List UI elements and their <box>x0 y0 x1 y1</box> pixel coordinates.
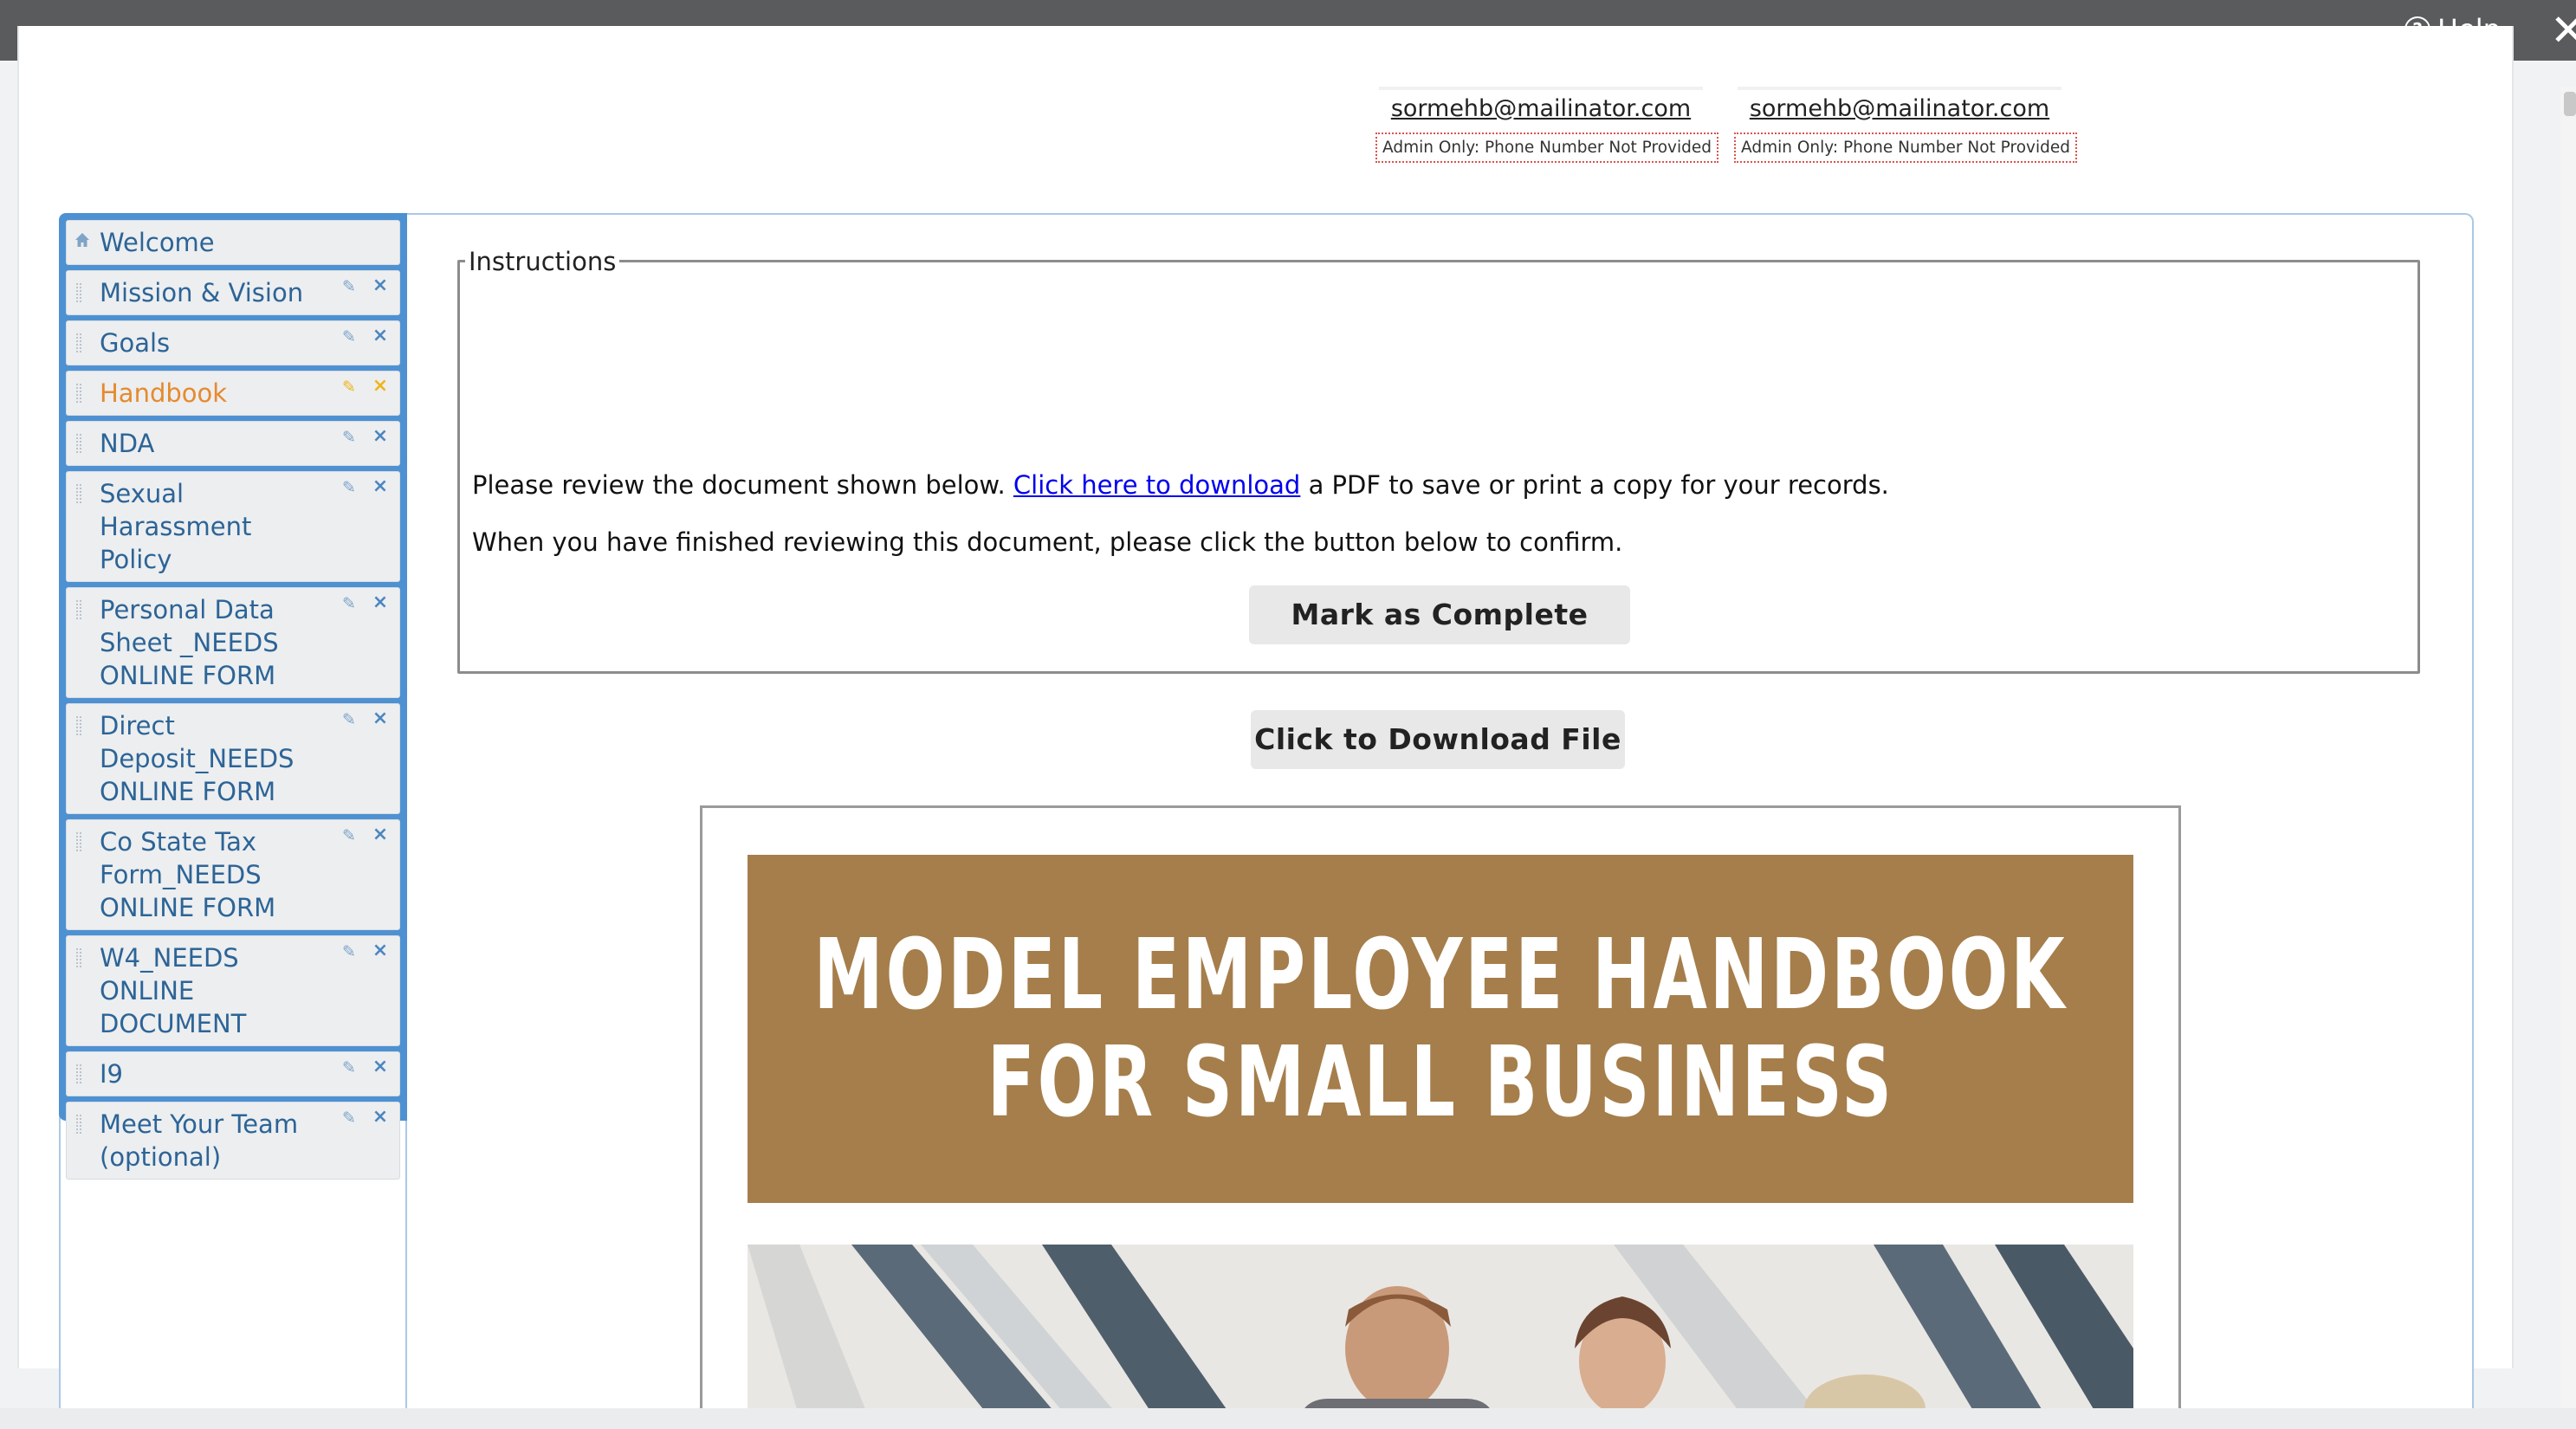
sidebar-item-label: W4_NEEDS ONLINE DOCUMENT <box>100 943 247 1038</box>
sidebar-item-co-state-tax-form[interactable]: Co State Tax Form_NEEDS ONLINE FORM ✎ × <box>66 819 400 930</box>
pencil-icon[interactable]: ✎ <box>340 1109 358 1127</box>
sidebar-item-label: Handbook <box>100 378 228 408</box>
sidebar-item-label: Welcome <box>100 228 215 257</box>
instructions-text: Please review the document shown below. <box>472 470 1006 500</box>
sidebar-item-label: NDA <box>100 429 155 458</box>
drag-handle-icon[interactable] <box>76 384 81 403</box>
contact-card: sormehb@mailinator.com Admin Only: Phone… <box>1375 87 1718 163</box>
delete-x-icon[interactable]: × <box>372 427 389 446</box>
contact-email-link[interactable]: sormehb@mailinator.com <box>1375 95 1706 122</box>
sidebar-item-i9[interactable]: I9 ✎ × <box>66 1051 400 1096</box>
delete-x-icon[interactable]: × <box>372 1057 389 1077</box>
pencil-icon[interactable]: ✎ <box>340 1059 358 1077</box>
sidebar-item-label: Goals <box>100 328 171 358</box>
sidebar-item-nda[interactable]: NDA ✎ × <box>66 421 400 466</box>
sidebar-item-label: Sexual Harassment Policy <box>100 479 252 574</box>
download-file-button[interactable]: Click to Download File <box>1251 710 1625 769</box>
pencil-icon[interactable]: ✎ <box>340 827 358 844</box>
sidebar-item-w4[interactable]: W4_NEEDS ONLINE DOCUMENT ✎ × <box>66 935 400 1046</box>
pencil-icon[interactable]: ✎ <box>340 328 358 346</box>
bottom-strip <box>0 1408 2576 1429</box>
home-icon <box>75 233 89 247</box>
delete-x-icon[interactable]: × <box>372 825 389 844</box>
instructions-legend: Instructions <box>465 247 620 276</box>
pencil-icon[interactable]: ✎ <box>340 479 358 496</box>
delete-x-icon[interactable]: × <box>372 477 389 496</box>
sidebar-item-label: Personal Data Sheet _NEEDS ONLINE FORM <box>100 595 279 690</box>
delete-x-icon[interactable]: × <box>372 593 389 612</box>
sidebar-item-handbook[interactable]: Handbook ✎ × <box>66 371 400 416</box>
sidebar-item-personal-data-sheet[interactable]: Personal Data Sheet _NEEDS ONLINE FORM ✎… <box>66 587 400 698</box>
sidebar-item-label: I9 <box>100 1059 124 1089</box>
sidebar-item-label: Co State Tax Form_NEEDS ONLINE FORM <box>100 827 276 922</box>
scrollbar[interactable] <box>2560 87 2576 1410</box>
document-title-line: MODEL EMPLOYEE HANDBOOK <box>813 919 2068 1031</box>
pencil-icon[interactable]: ✎ <box>340 595 358 612</box>
pencil-icon[interactable]: ✎ <box>340 278 358 295</box>
drag-handle-icon[interactable] <box>76 283 81 302</box>
sidebar-item-goals[interactable]: Goals ✎ × <box>66 320 400 365</box>
sidebar-item-sexual-harassment-policy[interactable]: Sexual Harassment Policy ✎ × <box>66 471 400 582</box>
pencil-icon[interactable]: ✎ <box>340 429 358 446</box>
instructions-text: a PDF to save or print a copy for your r… <box>1308 470 1889 500</box>
document-title-line: FOR SMALL BUSINESS <box>987 1026 1894 1139</box>
sidebar-item-mission-vision[interactable]: Mission & Vision ✎ × <box>66 270 400 315</box>
delete-x-icon[interactable]: × <box>372 709 389 728</box>
close-icon[interactable]: ✕ <box>2550 7 2576 54</box>
sidebar-item-label: Meet Your Team (optional) <box>100 1109 299 1172</box>
delete-x-icon[interactable]: × <box>372 377 389 396</box>
scrollbar-thumb[interactable] <box>2564 92 2576 116</box>
office-meeting-photo <box>748 1245 2133 1412</box>
contact-card-top <box>1738 87 2061 90</box>
contact-email-link[interactable]: sormehb@mailinator.com <box>1734 95 2065 122</box>
sidebar-nav: Welcome Mission & Vision ✎ × Goals ✎ × H… <box>59 213 407 1180</box>
drag-handle-icon[interactable] <box>76 434 81 453</box>
instructions-line-1: Please review the document shown below. … <box>472 470 1889 500</box>
document-preview[interactable]: MODEL EMPLOYEE HANDBOOK FOR SMALL BUSINE… <box>700 805 2181 1412</box>
drag-handle-icon[interactable] <box>76 832 81 851</box>
document-title-banner: MODEL EMPLOYEE HANDBOOK FOR SMALL BUSINE… <box>748 855 2133 1203</box>
document-cover-photo <box>748 1245 2133 1412</box>
drag-handle-icon[interactable] <box>76 1064 81 1083</box>
pencil-icon[interactable]: ✎ <box>340 378 358 396</box>
drag-handle-icon[interactable] <box>76 333 81 352</box>
contact-card: sormehb@mailinator.com Admin Only: Phone… <box>1734 87 2077 163</box>
sidebar-item-welcome[interactable]: Welcome <box>66 220 400 265</box>
instructions-line-2: When you have finished reviewing this do… <box>472 527 1623 557</box>
drag-handle-icon[interactable] <box>76 948 81 967</box>
delete-x-icon[interactable]: × <box>372 276 389 295</box>
delete-x-icon[interactable]: × <box>372 941 389 960</box>
sidebar-item-label: Direct Deposit_NEEDS ONLINE FORM <box>100 711 294 806</box>
delete-x-icon[interactable]: × <box>372 1108 389 1127</box>
download-pdf-link[interactable]: Click here to download <box>1013 470 1300 500</box>
drag-handle-icon[interactable] <box>76 716 81 735</box>
contact-phone-note: Admin Only: Phone Number Not Provided <box>1734 133 2077 163</box>
pencil-icon[interactable]: ✎ <box>340 943 358 960</box>
sidebar-item-direct-deposit[interactable]: Direct Deposit_NEEDS ONLINE FORM ✎ × <box>66 703 400 814</box>
sidebar-item-label: Mission & Vision <box>100 278 304 307</box>
drag-handle-icon[interactable] <box>76 484 81 503</box>
delete-x-icon[interactable]: × <box>372 327 389 346</box>
sidebar-item-meet-your-team[interactable]: Meet Your Team (optional) ✎ × <box>66 1102 400 1180</box>
contact-card-top <box>1379 87 1703 90</box>
pencil-icon[interactable]: ✎ <box>340 711 358 728</box>
contact-phone-note: Admin Only: Phone Number Not Provided <box>1375 133 1718 163</box>
mark-as-complete-button[interactable]: Mark as Complete <box>1249 585 1630 644</box>
drag-handle-icon[interactable] <box>76 600 81 619</box>
drag-handle-icon[interactable] <box>76 1115 81 1134</box>
